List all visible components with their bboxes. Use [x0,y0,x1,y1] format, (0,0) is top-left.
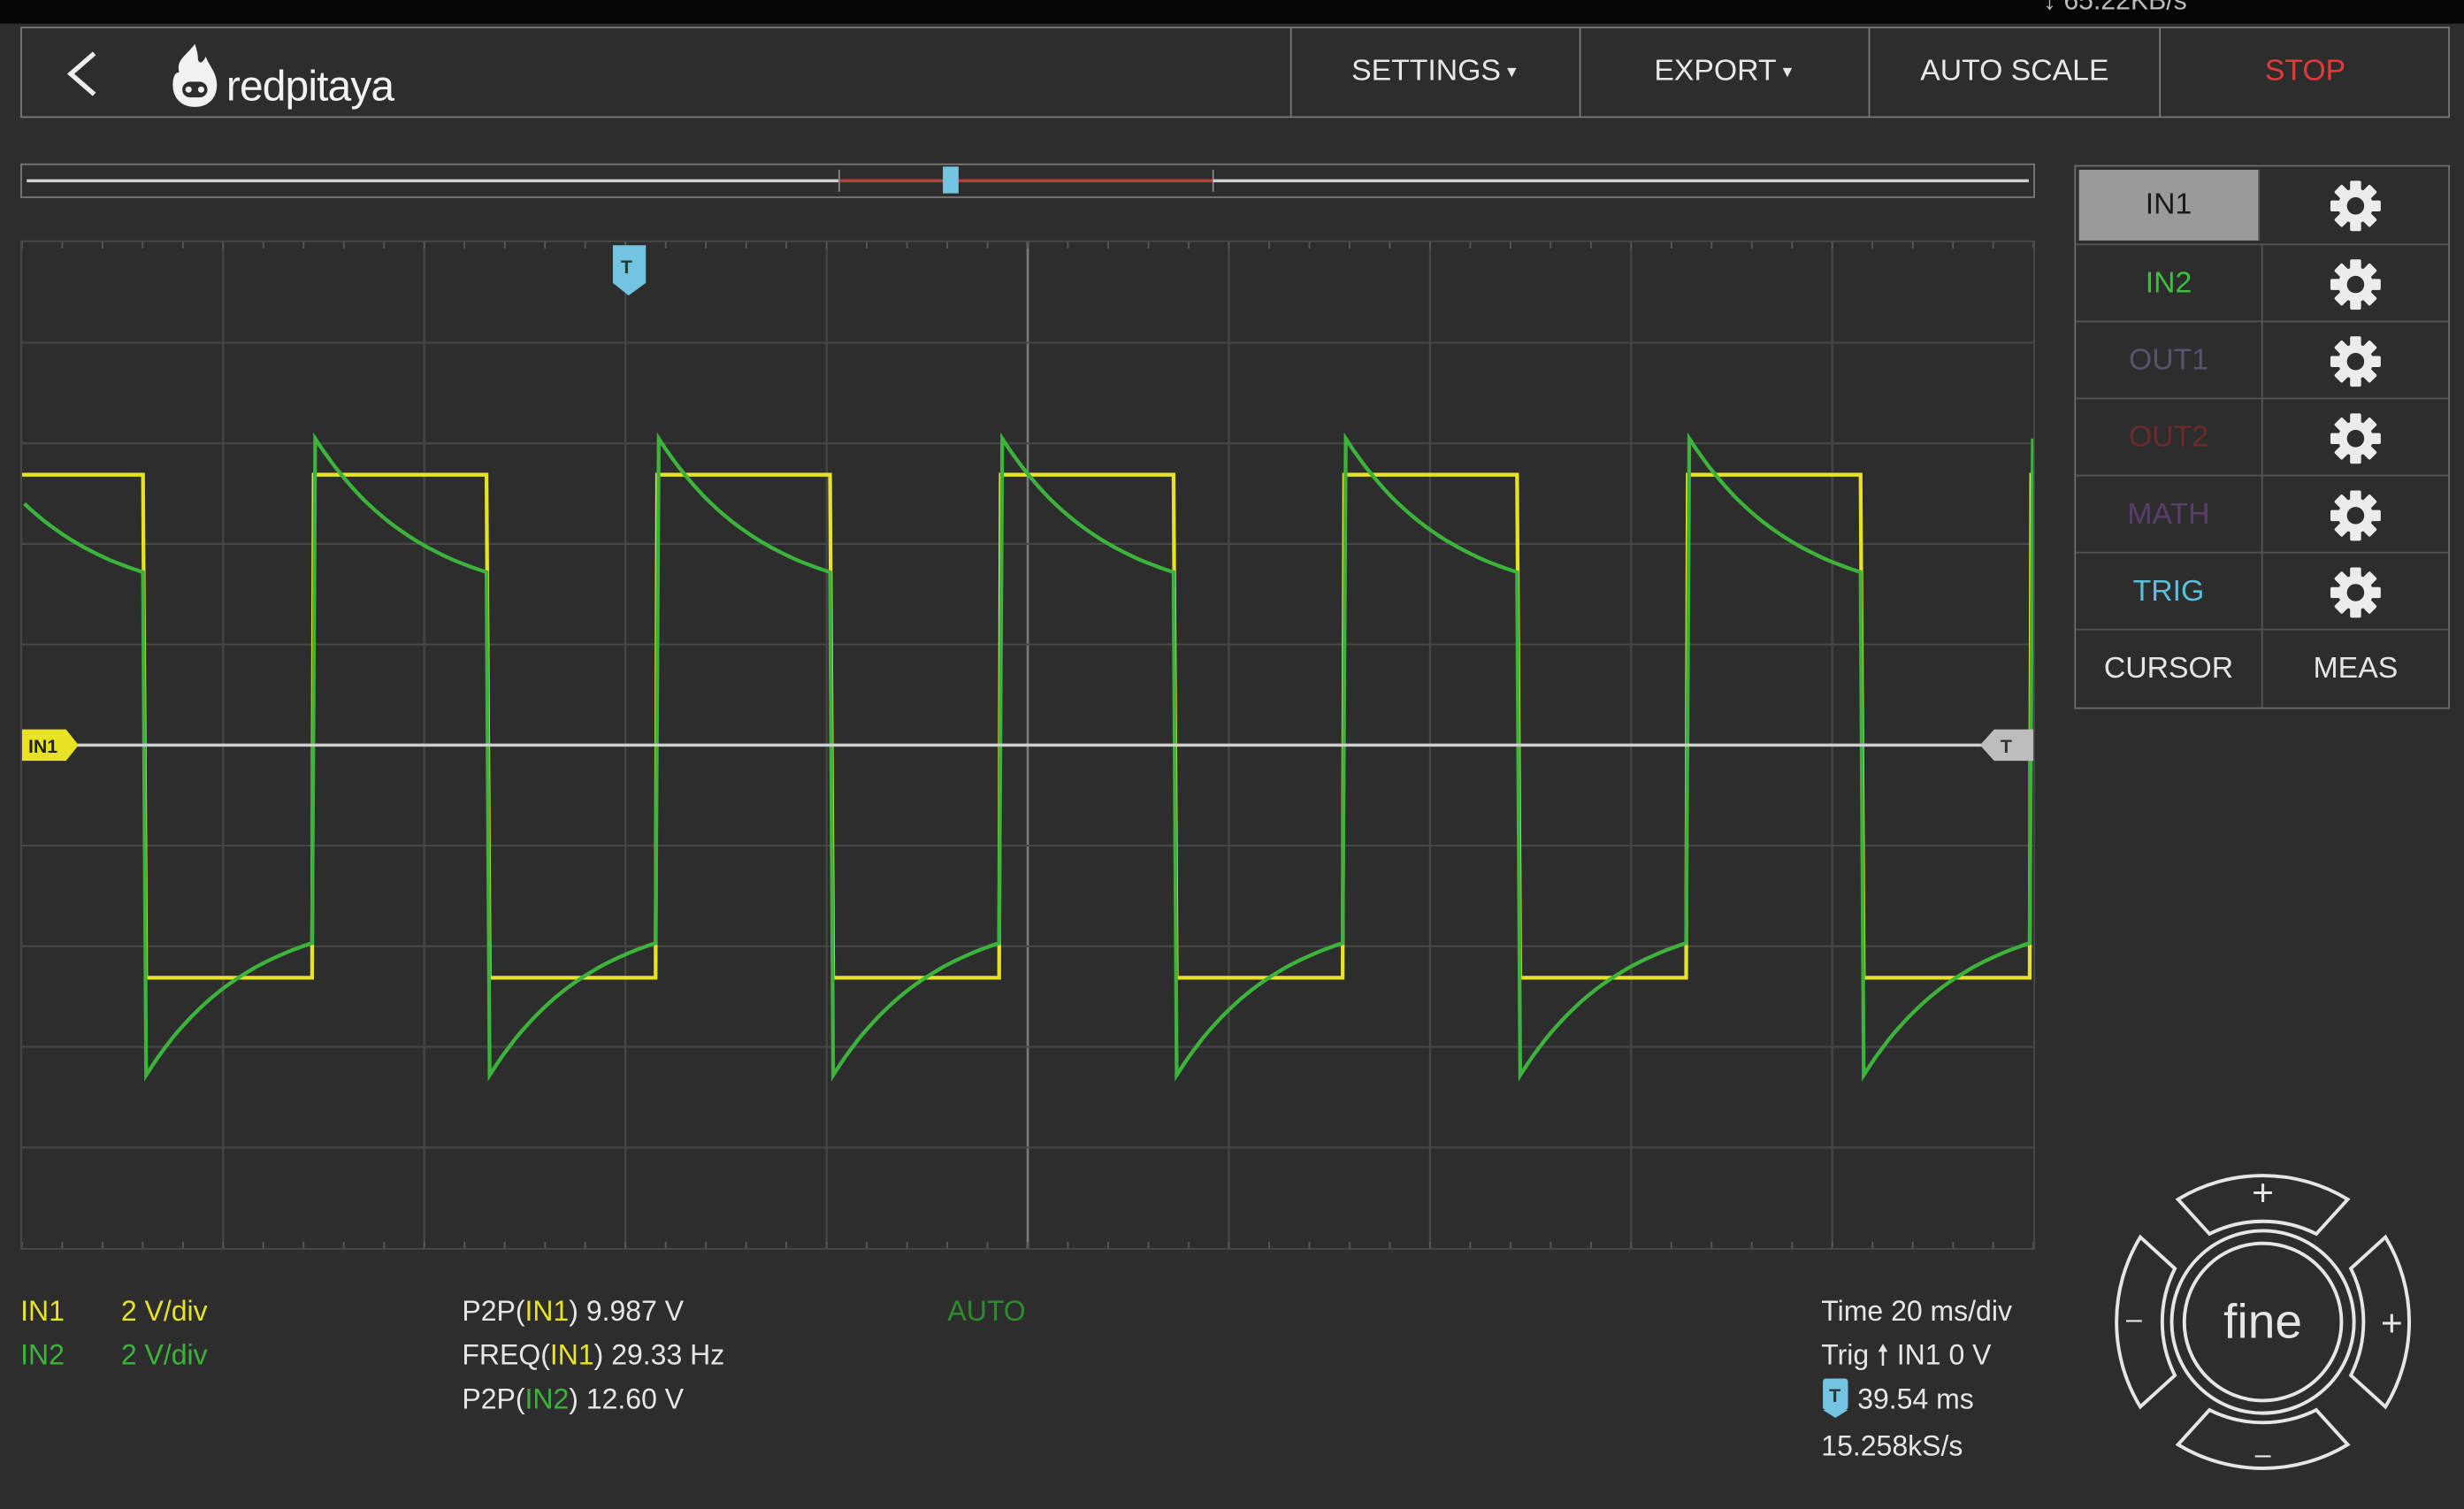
flame-logo-icon [172,43,218,107]
cursor-button[interactable]: CURSOR [2076,630,2263,708]
channel-row-math: MATH [2076,474,2449,554]
brand-logo: redpitaya [166,41,417,110]
trigger-info: Trig 🠕 IN1 0 V [1821,1339,1992,1371]
gear-icon [2330,258,2381,310]
channel-row-out1: OUT1 [2076,320,2449,400]
minus-icon: – [2255,1437,2271,1469]
gear-icon [2330,335,2381,387]
channel-button-in2[interactable]: IN2 [2076,245,2263,323]
in1-scale: IN1 2 V/div [20,1295,208,1327]
channel-row-in1: IN1 [2076,166,2448,243]
channel-button-in1[interactable]: IN1 [2078,169,2261,241]
channel-settings-button-out2[interactable] [2263,399,2449,476]
auto-scale-button[interactable]: AUTO SCALE [1868,27,2160,117]
time-scrollbar[interactable] [20,163,2035,198]
control-wheel[interactable]: fine + + – – [2093,1153,2433,1492]
channel-settings-button-trig[interactable] [2263,554,2449,631]
measurement-freq-in1[interactable]: FREQ(IN1) 29.33 Hz [462,1333,724,1377]
channel-row-out2: OUT2 [2076,397,2449,477]
oscilloscope-plot[interactable]: IN1 T T [20,240,2035,1250]
plus-icon: + [2252,1172,2274,1214]
chevron-left-icon [66,51,96,96]
fine-label: fine [2223,1293,2302,1348]
settings-menu-button[interactable]: SETTINGS ▼ [1289,27,1580,117]
meas-button[interactable]: MEAS [2263,631,2449,708]
brand-name: redpitaya [226,63,394,111]
channel-row-trig: TRIG [2076,551,2449,631]
status-bar: ↓ 65.22KB/s [0,0,2464,24]
timebase-info: Time 20 ms/div Trig 🠕 IN1 0 V T 39.54 ms… [1821,1289,2012,1468]
in2-scale: IN2 2 V/div [20,1339,208,1371]
channel-settings-button-in1[interactable] [2263,166,2449,243]
gear-icon [2330,180,2381,231]
channel-row-in2: IN2 [2076,243,2449,323]
measurements: P2P(IN1) 9.987 V FREQ(IN1) 29.33 Hz P2P(… [462,1289,724,1421]
sample-rate: 15.258kS/s [1821,1430,1963,1462]
channel-settings-button-math[interactable] [2263,476,2449,553]
stop-button[interactable]: STOP [2159,27,2450,117]
measurement-p2p-in2[interactable]: P2P(IN2) 12.60 V [462,1377,724,1421]
plus-icon: + [2381,1303,2403,1345]
export-menu-button[interactable]: EXPORT ▼ [1579,27,1869,117]
trigger-position-handle[interactable] [943,166,959,194]
channel-button-math[interactable]: MATH [2076,476,2263,554]
channel-button-out2[interactable]: OUT2 [2076,399,2263,477]
app-header: redpitaya SETTINGS ▼ EXPORT ▼ AUTO SCALE S… [20,27,2451,119]
trigger-level-marker[interactable]: T [1979,729,2034,762]
trigger-time-marker[interactable]: T [612,245,647,296]
svg-text:T: T [621,257,632,278]
in1-offset-marker[interactable]: IN1 [21,729,79,762]
arrow-up-icon: 🠕 [1877,1339,1889,1371]
caret-down-icon: ▼ [1779,63,1795,81]
channel-button-trig[interactable]: TRIG [2076,553,2263,631]
gear-icon [2330,566,2381,617]
network-rate: ↓ 65.22KB/s [2042,0,2187,16]
channel-panel: IN1 IN2 OUT1 OUT2 MATH TRIG CURSOR MEAS [2074,165,2451,709]
gear-icon [2330,412,2381,463]
scale-info: IN1 2 V/div IN2 2 V/div [20,1289,207,1377]
time-per-div: Time 20 ms/div [1821,1295,2012,1327]
channel-settings-button-in2[interactable] [2263,245,2449,322]
trigger-offset: T 39.54 ms [1821,1377,2012,1421]
measurement-p2p-in1[interactable]: P2P(IN1) 9.987 V [462,1289,724,1333]
back-button[interactable] [50,44,113,104]
tools-row: CURSOR MEAS [2076,628,2449,708]
svg-text:IN1: IN1 [28,736,57,757]
gear-icon [2330,489,2381,540]
svg-text:T: T [2001,736,2012,757]
minus-icon: – [2126,1303,2142,1335]
channel-settings-button-out1[interactable] [2263,322,2449,399]
svg-text:T: T [1829,1385,1840,1406]
caret-down-icon: ▼ [1504,63,1520,81]
acquisition-mode: AUTO [947,1295,1026,1327]
channel-button-out1[interactable]: OUT1 [2076,322,2263,400]
trigger-t-icon: T [1823,1378,1848,1418]
